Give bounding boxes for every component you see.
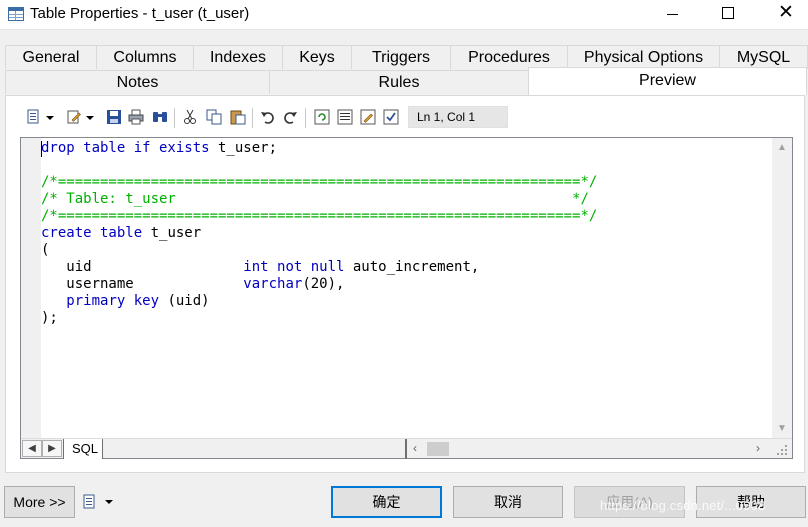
tab-general[interactable]: General [5, 45, 97, 69]
maximize-button[interactable] [705, 0, 751, 30]
watermark: https://blog.csdn.net/...0908 [600, 498, 766, 513]
sql-keyword: primary key [66, 293, 160, 309]
title-bar: Table Properties - t_user (t_user) ✕ [0, 0, 808, 30]
copy-icon[interactable] [206, 109, 222, 125]
sql-keyword: drop table if exists [41, 140, 210, 156]
tab-scroll-left-icon[interactable]: ◀ [22, 440, 42, 457]
code-line: uid int not null auto_increment, [41, 259, 597, 276]
sql-comment: /*======================================… [41, 208, 598, 224]
find-icon[interactable] [152, 109, 168, 125]
code-line: /*======================================… [41, 208, 597, 225]
tab-procedures[interactable]: Procedures [450, 45, 568, 69]
refresh-icon[interactable] [314, 109, 330, 125]
sql-text: uid [41, 259, 244, 275]
properties-icon[interactable] [82, 494, 98, 510]
code-line: create table t_user [41, 225, 597, 242]
cancel-button[interactable]: 取消 [453, 486, 563, 518]
close-button[interactable]: ✕ [762, 0, 808, 30]
sql-text: t_user [142, 225, 202, 241]
sql-text: ( [41, 242, 50, 258]
tab-row-1: General Columns Indexes Keys Triggers Pr… [0, 45, 808, 69]
tab-scroll-right-icon[interactable]: ▶ [42, 440, 62, 457]
chevron-down-icon[interactable] [46, 116, 54, 120]
chevron-down-icon[interactable] [105, 500, 113, 504]
properties-icon[interactable] [26, 109, 42, 125]
cut-icon[interactable] [182, 109, 198, 125]
tab-physical-options[interactable]: Physical Options [567, 45, 720, 69]
splitter[interactable] [405, 439, 407, 459]
minimize-button[interactable] [650, 0, 696, 30]
code-line: /* Table: t_user */ [41, 191, 597, 208]
code-line: drop table if exists t_user; [41, 140, 597, 157]
tab-row-2: Notes Rules Preview [0, 67, 808, 95]
editor-gutter [21, 138, 41, 438]
toolbar-separator [252, 108, 253, 128]
sql-text: t_user; [209, 140, 278, 156]
tab-preview[interactable]: Preview [528, 67, 807, 95]
more-button[interactable]: More >> [4, 486, 75, 518]
check-icon[interactable] [383, 109, 399, 125]
tab-rules[interactable]: Rules [269, 70, 529, 94]
sql-text: auto_increment, [344, 259, 480, 275]
ok-button[interactable]: 确定 [331, 486, 442, 518]
sql-text: ); [41, 310, 58, 326]
tab-keys[interactable]: Keys [282, 45, 352, 69]
tab-columns[interactable]: Columns [96, 45, 194, 69]
edit-icon[interactable] [66, 109, 82, 125]
chevron-down-icon[interactable] [86, 116, 94, 120]
undo-icon[interactable] [260, 109, 276, 125]
code-line: username varchar(20), [41, 276, 597, 293]
tab-sql[interactable]: SQL [63, 439, 103, 459]
maximize-icon [722, 7, 734, 19]
code-line: ( [41, 242, 597, 259]
sql-comment: /*======================================… [41, 174, 598, 190]
tab-triggers[interactable]: Triggers [351, 45, 451, 69]
minimize-icon [667, 14, 678, 15]
toolbar-separator [174, 108, 175, 128]
tab-indexes[interactable]: Indexes [193, 45, 283, 69]
list-icon[interactable] [337, 109, 353, 125]
edit-window-icon[interactable] [360, 109, 376, 125]
sql-editor[interactable]: drop table if exists t_user; /*==========… [20, 137, 793, 459]
sql-keyword: int not null [243, 259, 345, 275]
scroll-right-icon[interactable]: › [756, 441, 760, 455]
vertical-scrollbar[interactable]: ▲ ▼ [772, 138, 792, 438]
sql-code[interactable]: drop table if exists t_user; /*==========… [41, 140, 597, 327]
code-line: /*======================================… [41, 174, 597, 191]
save-icon[interactable] [106, 109, 122, 125]
horizontal-scroll-thumb[interactable] [427, 442, 449, 456]
cursor-position: Ln 1, Col 1 [408, 106, 508, 128]
sql-keyword: varchar [243, 276, 303, 292]
close-icon: ✕ [778, 2, 794, 23]
redo-icon[interactable] [282, 109, 298, 125]
editor-bottom-bar: ◀ ▶ SQL ‹ › [21, 438, 792, 459]
sql-text: (20), [302, 276, 345, 292]
sql-keyword: create table [41, 225, 143, 241]
sql-text: (uid) [159, 293, 210, 309]
sql-comment: /* Table: t_user */ [41, 191, 589, 207]
tab-notes[interactable]: Notes [5, 70, 270, 94]
window-title: Table Properties - t_user (t_user) [30, 5, 250, 22]
tab-mysql[interactable]: MySQL [719, 45, 808, 69]
table-icon [8, 7, 24, 21]
scroll-left-icon[interactable]: ‹ [413, 441, 417, 455]
code-line: ); [41, 310, 597, 327]
paste-icon[interactable] [230, 109, 246, 125]
print-icon[interactable] [128, 109, 144, 125]
sql-text: username [41, 276, 244, 292]
scroll-down-icon[interactable]: ▼ [777, 423, 787, 434]
resize-grip-icon[interactable] [777, 445, 789, 457]
scroll-up-icon[interactable]: ▲ [777, 142, 787, 153]
code-line: primary key (uid) [41, 293, 597, 310]
toolbar-separator [305, 108, 306, 128]
